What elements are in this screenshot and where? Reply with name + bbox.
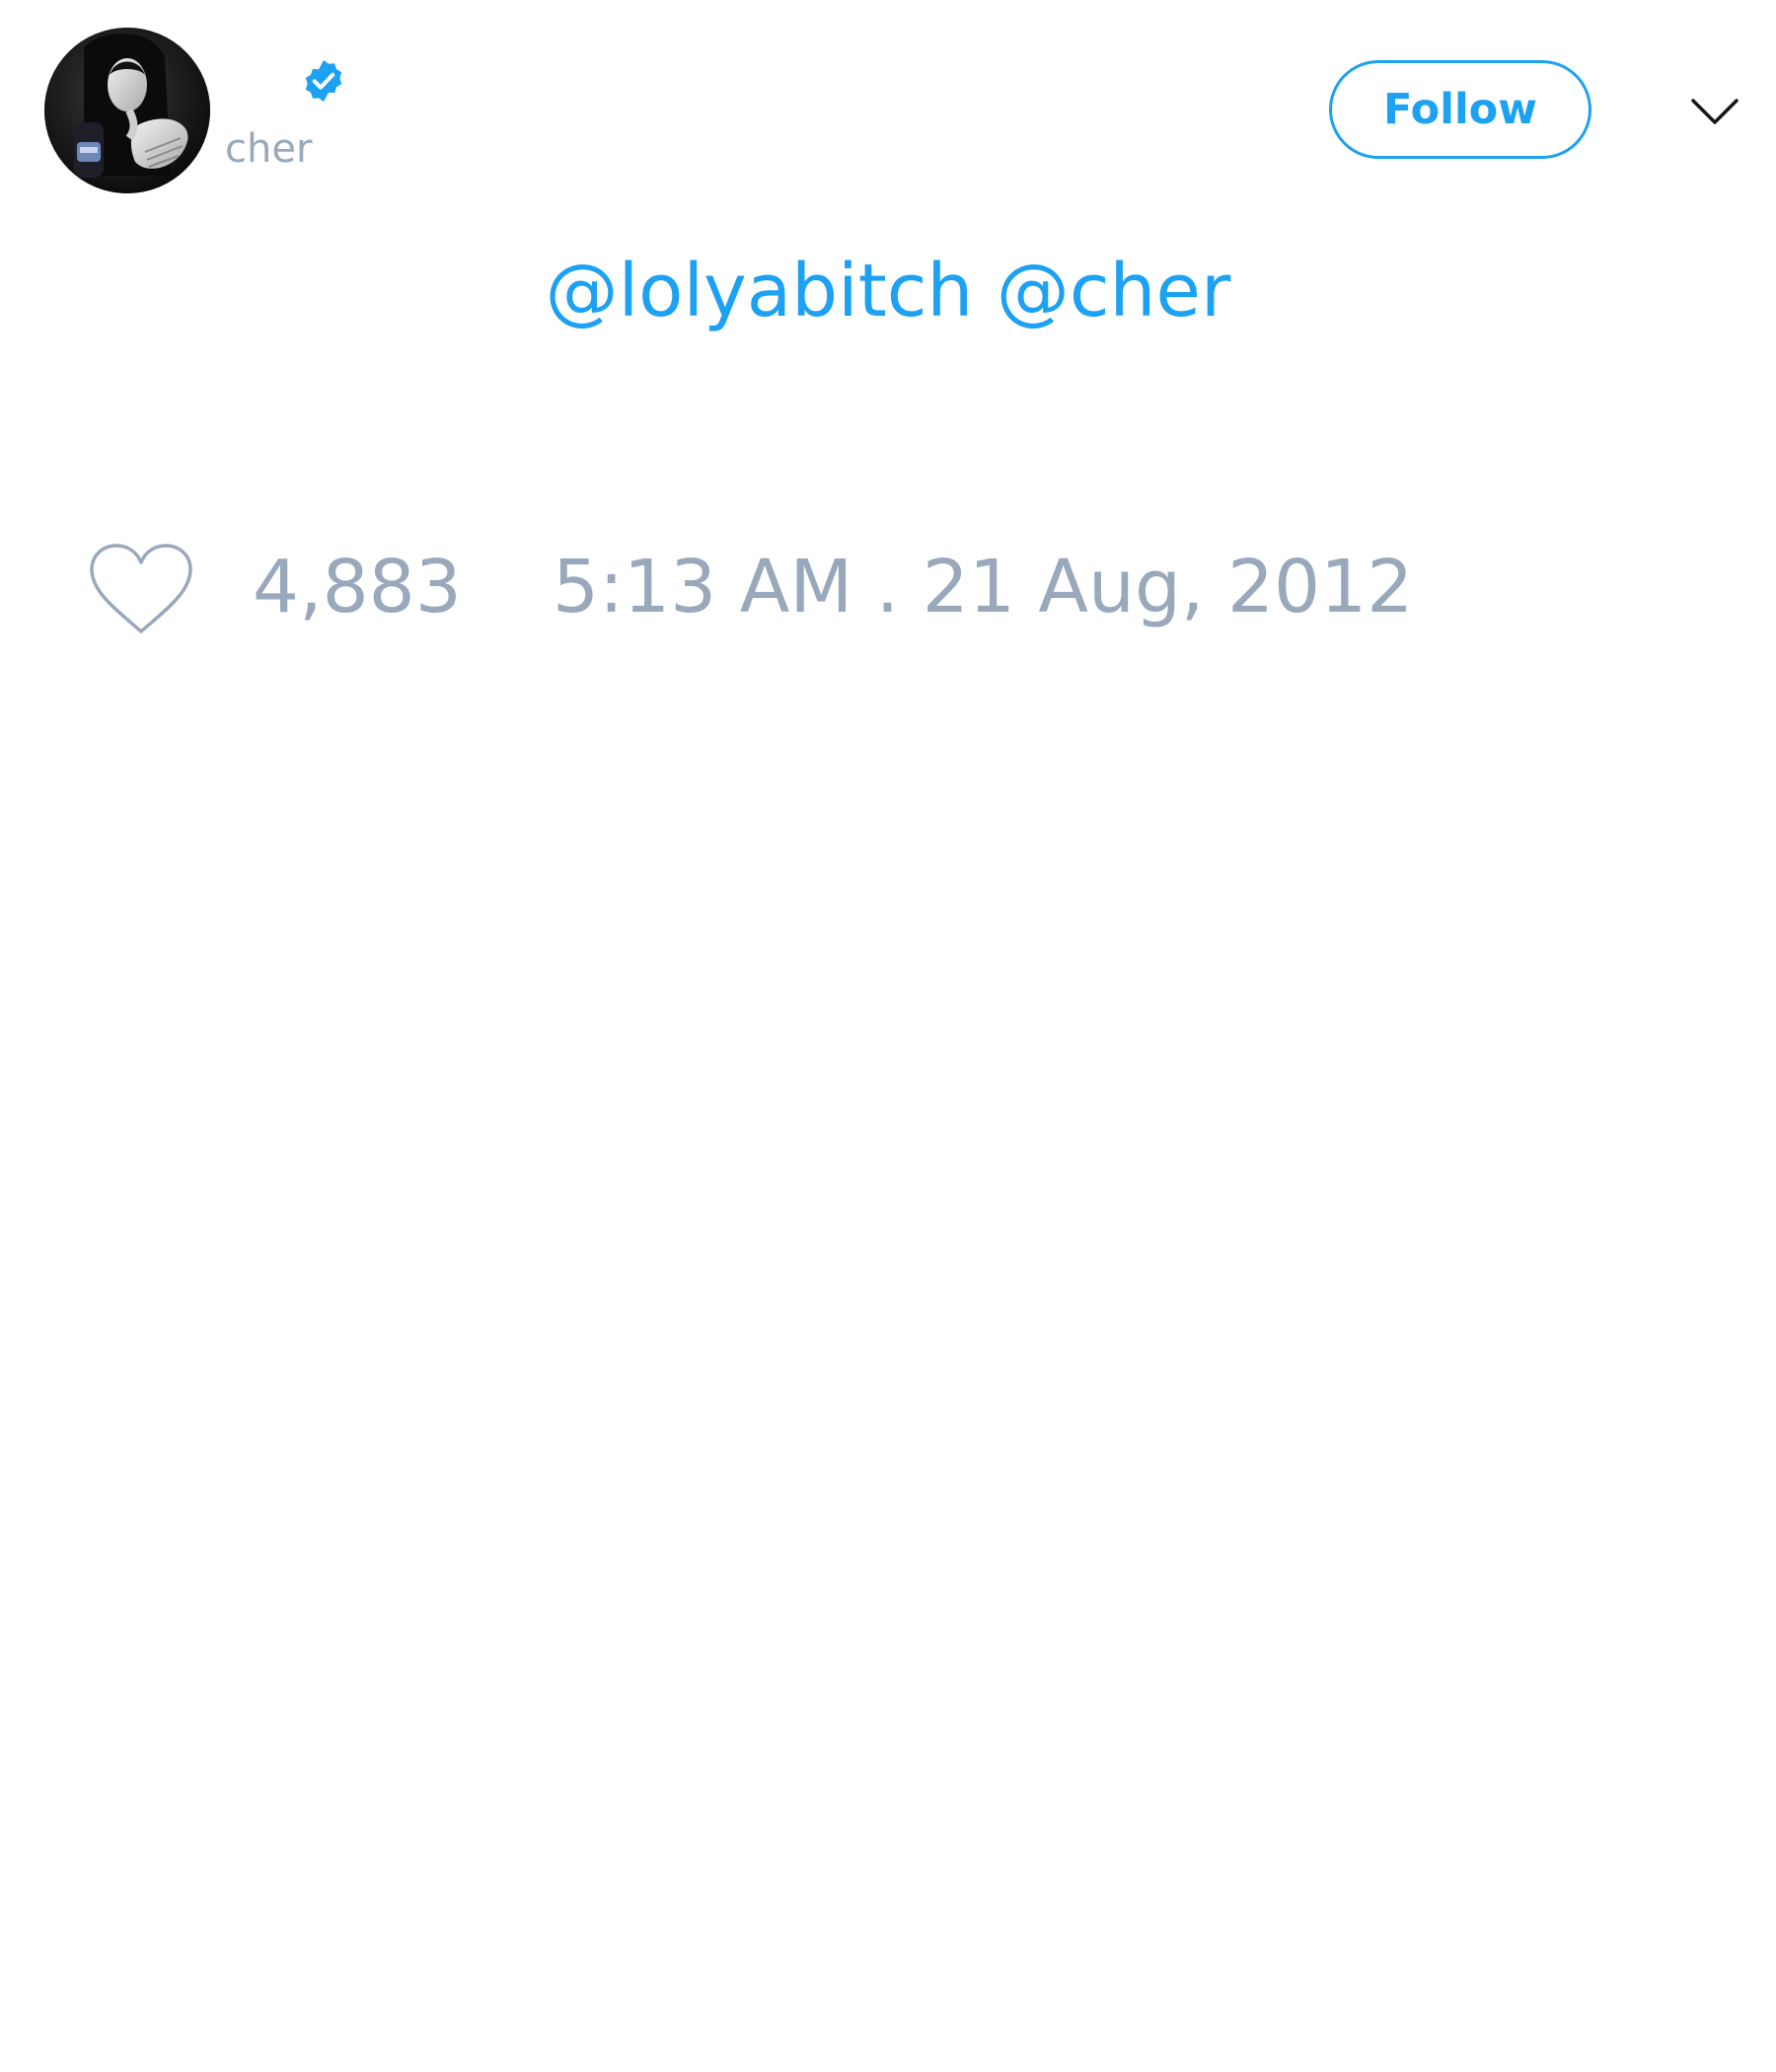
tweet-text: @lolyabitch @cher: [0, 247, 1776, 335]
user-handle[interactable]: cher: [225, 124, 312, 174]
avatar-photo: [44, 28, 210, 193]
mention-link-cher[interactable]: @cher: [997, 249, 1231, 333]
verified-badge-icon: [305, 60, 342, 102]
mention-link-lolyabitch[interactable]: @lolyabitch: [546, 249, 974, 333]
follow-button[interactable]: Follow: [1329, 60, 1591, 159]
like-count: 4,883: [253, 545, 462, 629]
avatar[interactable]: [44, 28, 210, 193]
tweet-timestamp[interactable]: 5:13 AM . 21 Aug, 2012: [553, 543, 1413, 631]
chevron-down-icon[interactable]: [1689, 87, 1740, 130]
heart-icon[interactable]: [87, 541, 195, 637]
